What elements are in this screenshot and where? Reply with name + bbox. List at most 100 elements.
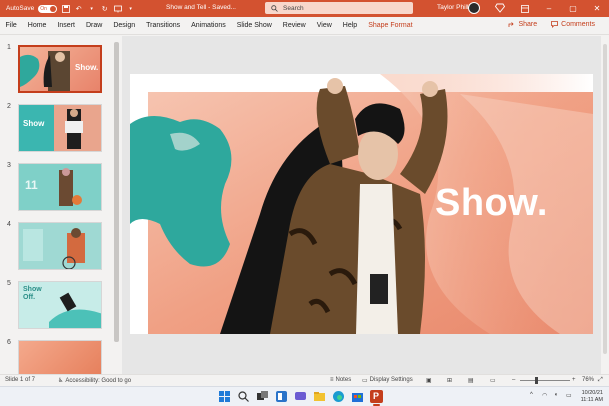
share-label: Share xyxy=(518,21,538,28)
autosave-state: On xyxy=(40,5,47,12)
thumbnails-scroll-thumb[interactable] xyxy=(114,42,119,342)
slide-scrollbar[interactable] xyxy=(601,36,609,374)
tab-view[interactable]: View xyxy=(311,17,337,35)
minimize-icon[interactable]: – xyxy=(537,0,561,17)
slide-title[interactable]: Show. xyxy=(435,182,548,225)
slide-sorter-icon[interactable]: ⊞ xyxy=(447,377,452,384)
accessibility-status[interactable]: ♿ Accessibility: Good to go xyxy=(58,377,132,385)
maximize-icon[interactable]: ▢ xyxy=(561,0,585,17)
thumbnail-image xyxy=(19,223,101,269)
thumbnail-text: Show Off. xyxy=(23,286,42,301)
tab-help[interactable]: Help xyxy=(337,17,362,35)
present-icon[interactable] xyxy=(113,4,122,13)
volume-icon[interactable]: ◖ xyxy=(554,392,558,398)
chat-icon[interactable] xyxy=(294,390,307,403)
clock-date: 10/20/21 xyxy=(581,390,603,396)
save-icon[interactable] xyxy=(61,4,70,13)
file-title[interactable]: Show and Tell - Saved... xyxy=(166,4,236,11)
slide-counter: Slide 1 of 7 xyxy=(5,377,36,383)
thumbnail-row[interactable]: 2 Show xyxy=(0,99,121,154)
file-explorer-icon[interactable] xyxy=(313,390,326,403)
edge-icon[interactable] xyxy=(332,390,345,403)
close-icon[interactable]: ✕ xyxy=(585,0,609,17)
qat-more-icon[interactable]: ▾ xyxy=(126,4,135,13)
tab-transitions[interactable]: Transitions xyxy=(141,17,186,35)
slide-thumbnail-5[interactable]: Show Off. xyxy=(18,281,102,329)
tab-shape-format[interactable]: Shape Format xyxy=(363,17,418,35)
undo-icon[interactable]: ↶ xyxy=(74,4,83,13)
reading-view-icon[interactable]: ▤ xyxy=(468,377,474,384)
zoom-level[interactable]: 76% xyxy=(582,377,594,383)
thumbnail-number: 1 xyxy=(7,44,11,51)
premium-diamond-icon[interactable] xyxy=(494,3,506,15)
slide-thumbnail-4[interactable] xyxy=(18,222,102,270)
slideshow-icon[interactable]: ▭ xyxy=(490,377,496,384)
tab-design[interactable]: Design xyxy=(108,17,141,35)
powerpoint-icon[interactable]: P xyxy=(370,390,383,403)
thumbnail-number: 2 xyxy=(7,103,11,110)
thumbnail-row[interactable]: 4 xyxy=(0,217,121,272)
thumbnail-row[interactable]: 5 Show Off. xyxy=(0,276,121,331)
thumbnail-row[interactable]: 1 Show. xyxy=(0,40,121,95)
zoom-out-icon[interactable]: – xyxy=(512,377,515,383)
undo-dropdown-icon[interactable]: ▾ xyxy=(87,4,96,13)
redo-icon[interactable]: ↻ xyxy=(100,4,109,13)
thumbnail-number: 5 xyxy=(7,280,11,287)
zoom-in-icon[interactable]: + xyxy=(572,377,576,383)
thumbnail-row[interactable]: 3 11 xyxy=(0,158,121,213)
accessibility-label: Accessibility: Good to go xyxy=(65,377,132,384)
normal-view-icon[interactable]: ▣ xyxy=(426,377,432,384)
start-icon[interactable] xyxy=(218,390,231,403)
title-bar: AutoSave On ↶ ▾ ↻ ▾ Show and Tell - Save… xyxy=(0,0,609,17)
tab-animations[interactable]: Animations xyxy=(186,17,232,35)
search-icon[interactable] xyxy=(237,390,250,403)
display-settings-label: Display Settings xyxy=(369,377,413,383)
notes-button[interactable]: ≡ Notes xyxy=(330,377,351,383)
tab-file[interactable]: File xyxy=(0,17,22,35)
task-view-icon[interactable] xyxy=(256,390,269,403)
toggle-knob xyxy=(50,5,57,12)
store-icon[interactable] xyxy=(351,390,364,403)
slide-thumbnail-2[interactable]: Show xyxy=(18,104,102,152)
thumbnail-number: 6 xyxy=(7,339,11,346)
clock-time: 11:11 AM xyxy=(580,397,603,403)
comments-button[interactable]: Comments xyxy=(547,19,599,30)
autosave-label: AutoSave xyxy=(6,5,35,12)
thumbnail-row[interactable]: 6 xyxy=(0,335,121,374)
zoom-slider-thumb[interactable] xyxy=(535,377,538,384)
current-slide[interactable]: Show. xyxy=(130,74,593,334)
tab-home[interactable]: Home xyxy=(22,17,52,35)
status-bar: Slide 1 of 7 ♿ Accessibility: Good to go… xyxy=(0,374,609,386)
avatar[interactable] xyxy=(468,2,480,14)
zoom-slider[interactable] xyxy=(520,380,570,381)
tab-review[interactable]: Review xyxy=(277,17,311,35)
battery-icon[interactable]: ▭ xyxy=(566,392,572,399)
thumbnails-scrollbar[interactable] xyxy=(113,36,120,374)
notes-label: Notes xyxy=(335,377,352,383)
thumbnail-text: Show xyxy=(23,119,45,128)
share-button[interactable]: Share xyxy=(504,19,541,30)
autosave-toggle[interactable]: On xyxy=(38,4,58,13)
ribbon-display-icon[interactable] xyxy=(513,0,537,17)
slide-thumbnail-3[interactable]: 11 xyxy=(18,163,102,211)
slide-thumbnail-6[interactable] xyxy=(18,340,102,374)
tray-chevron-icon[interactable]: ^ xyxy=(530,392,533,398)
tab-draw[interactable]: Draw xyxy=(80,17,107,35)
system-clock[interactable]: 10/20/21 11:11 AM xyxy=(581,390,603,404)
slide-editor: Show. xyxy=(122,36,609,374)
display-settings-button[interactable]: ▭ Display Settings xyxy=(362,377,413,384)
tab-insert[interactable]: Insert xyxy=(52,17,81,35)
slide-thumbnail-1[interactable]: Show. xyxy=(18,45,102,93)
ribbon-tabs: File Home Insert Draw Design Transitions… xyxy=(0,17,609,35)
search-box[interactable]: Search xyxy=(265,2,413,14)
display-icon: ▭ xyxy=(362,378,368,384)
fit-slide-icon[interactable]: ⤢ xyxy=(598,377,603,384)
tab-slide-show[interactable]: Slide Show xyxy=(231,17,277,35)
notes-icon: ≡ xyxy=(330,377,334,383)
widgets-icon[interactable] xyxy=(275,390,288,403)
thumbnail-number: 3 xyxy=(7,162,11,169)
slide-scroll-thumb[interactable] xyxy=(603,44,607,354)
search-icon xyxy=(271,4,278,12)
wifi-icon[interactable]: ◠ xyxy=(542,392,547,399)
thumbnail-text: Show. xyxy=(75,63,99,72)
